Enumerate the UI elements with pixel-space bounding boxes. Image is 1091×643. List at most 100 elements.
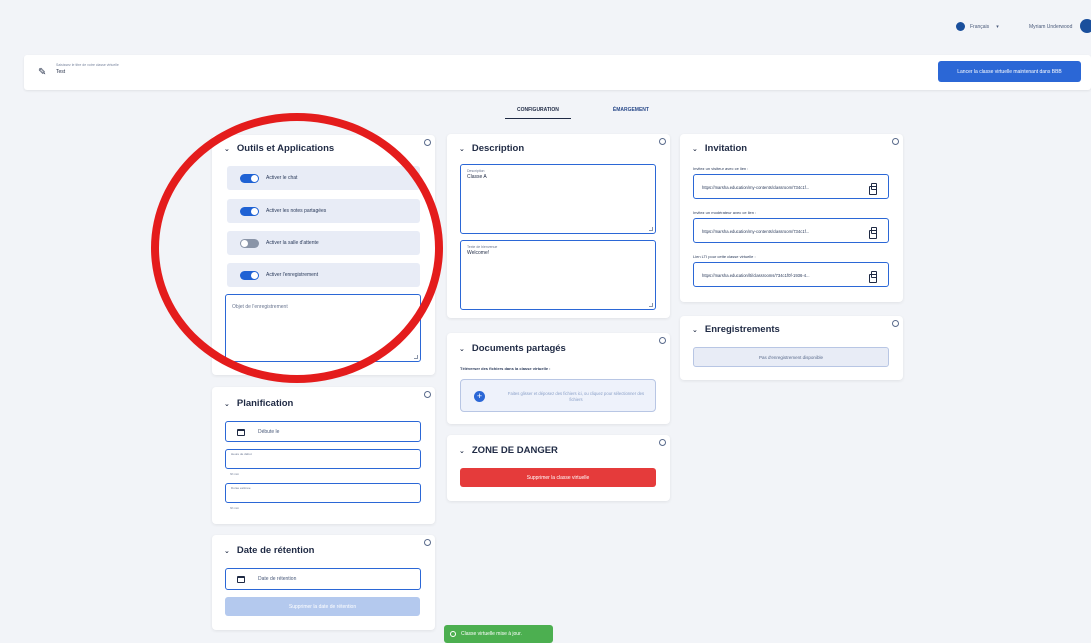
- planification-card-title: Planification: [236, 398, 294, 409]
- resize-handle[interactable]: [649, 303, 653, 307]
- description-card-header[interactable]: ⌄ Description: [459, 143, 524, 154]
- chevron-down-icon: ⌄: [459, 145, 465, 153]
- tab-configuration[interactable]: CONFIGURATION: [505, 104, 571, 119]
- delete-classroom-button[interactable]: Supprimer la classe virtuelle: [460, 468, 656, 487]
- shared-documents-card-title: Documents partagés: [471, 343, 566, 354]
- toggle-switch[interactable]: [240, 238, 259, 248]
- resize-handle[interactable]: [649, 227, 653, 231]
- retention-date-placeholder: Date de rétention: [258, 576, 297, 582]
- toggle-switch[interactable]: [240, 270, 259, 280]
- recordings-card-title: Enregistrements: [704, 324, 780, 335]
- visitor-link-field[interactable]: https://marsha.education/my-contents/cla…: [693, 174, 889, 199]
- toggle-switch[interactable]: [240, 206, 259, 216]
- start-time-field[interactable]: Heure de début: [225, 449, 421, 469]
- chevron-down-icon: ⌄: [224, 400, 230, 408]
- info-icon[interactable]: [424, 539, 431, 546]
- calendar-icon: [237, 429, 245, 436]
- start-time-hint: hh:mm: [230, 472, 240, 476]
- planification-card-header[interactable]: ⌄ Planification: [224, 398, 293, 409]
- language-selector[interactable]: Français ▾: [956, 22, 999, 31]
- toggle-label: Activer le chat: [266, 175, 298, 181]
- welcome-text-textarea[interactable]: Texte de bienvenue Welcome!: [460, 240, 656, 310]
- check-icon: [450, 631, 456, 637]
- retention-card-header[interactable]: ⌄ Date de rétention: [224, 545, 314, 556]
- toggle-chat[interactable]: Activer le chat: [227, 166, 420, 190]
- tab-emargement[interactable]: ÉMARGEMENT: [601, 104, 661, 119]
- info-icon[interactable]: [659, 138, 666, 145]
- no-recording-message: Pas d'enregistrement disponible: [693, 347, 889, 367]
- retention-card-title: Date de rétention: [236, 545, 315, 556]
- recordings-card-header[interactable]: ⌄ Enregistrements: [692, 324, 780, 335]
- delete-retention-date-button[interactable]: Supprimer la date de rétention: [225, 597, 420, 616]
- classroom-title-bar: ✎ Saisissez le titre de votre classe vir…: [24, 55, 1091, 90]
- chevron-down-icon: ⌄: [459, 447, 465, 455]
- toggle-switch[interactable]: [240, 173, 259, 183]
- info-icon[interactable]: [892, 320, 899, 327]
- copy-icon[interactable]: [869, 271, 877, 283]
- chevron-down-icon: ⌄: [224, 145, 230, 153]
- language-label: Français: [970, 23, 990, 30]
- info-icon[interactable]: [424, 391, 431, 398]
- title-input[interactable]: Test: [56, 69, 65, 75]
- moderator-link-label: Invitez un modérateur avec ce lien :: [693, 210, 757, 215]
- file-dropzone[interactable]: + Faites glisser et déposez des fichiers…: [460, 379, 656, 412]
- welcome-text-value: Welcome!: [467, 250, 490, 256]
- tools-card: ⌄ Outils et Applications Activer le chat…: [212, 135, 435, 375]
- user-name[interactable]: Myriam Underwood: [1029, 24, 1072, 30]
- chevron-down-icon: ⌄: [459, 345, 465, 353]
- invitation-card: ⌄ Invitation Invitez un visiteur avec ce…: [680, 134, 903, 302]
- resize-handle[interactable]: [414, 355, 418, 359]
- avatar[interactable]: [1080, 19, 1091, 33]
- top-bar: Français ▾ Myriam Underwood: [0, 0, 1091, 50]
- info-icon[interactable]: [892, 138, 899, 145]
- info-icon[interactable]: [424, 139, 431, 146]
- upload-instruction: Téléverser des fichiers dans la classe v…: [460, 366, 551, 371]
- copy-icon[interactable]: [869, 227, 877, 239]
- lti-link-url: https://marsha.education/lti/classrooms/…: [702, 273, 810, 278]
- danger-zone-card-title: ZONE DE DANGER: [471, 445, 558, 456]
- globe-icon: [956, 22, 965, 31]
- lti-link-label: Lien LTI pour cette classe virtuelle :: [693, 254, 756, 259]
- danger-zone-card-header[interactable]: ⌄ ZONE DE DANGER: [459, 445, 558, 456]
- shared-documents-card-header[interactable]: ⌄ Documents partagés: [459, 343, 566, 354]
- toggle-recording[interactable]: Activer l'enregistrement: [227, 263, 420, 287]
- description-card: ⌄ Description Description Classe A Texte…: [447, 134, 670, 318]
- calendar-icon: [237, 576, 245, 583]
- toast-message: Classe virtuelle mise à jour.: [461, 631, 522, 637]
- toggle-shared-notes[interactable]: Activer les notes partagées: [227, 199, 420, 223]
- launch-classroom-button[interactable]: Lancer la classe virtuelle maintenant da…: [938, 61, 1081, 82]
- danger-zone-card: ⌄ ZONE DE DANGER Supprimer la classe vir…: [447, 435, 670, 501]
- chevron-down-icon: ⌄: [692, 145, 698, 153]
- invitation-card-title: Invitation: [704, 143, 748, 154]
- description-label: Description: [467, 169, 485, 173]
- description-value: Classe A: [467, 174, 487, 180]
- toggle-label: Activer l'enregistrement: [266, 272, 319, 278]
- tools-card-title: Outils et Applications: [236, 143, 335, 154]
- recording-purpose-textarea[interactable]: Objet de l'enregistrement: [225, 294, 421, 362]
- title-field-label: Saisissez le titre de votre classe virtu…: [56, 63, 119, 67]
- recording-purpose-placeholder: Objet de l'enregistrement: [232, 304, 288, 310]
- tab-bar: CONFIGURATION ÉMARGEMENT: [505, 104, 661, 119]
- copy-icon[interactable]: [869, 183, 877, 195]
- toggle-waiting-room[interactable]: Activer la salle d'attente: [227, 231, 420, 255]
- planification-card: ⌄ Planification Débute le Heure de début…: [212, 387, 435, 524]
- duration-field[interactable]: Durée estimée: [225, 483, 421, 503]
- invitation-card-header[interactable]: ⌄ Invitation: [692, 143, 747, 154]
- info-icon[interactable]: [659, 337, 666, 344]
- info-icon[interactable]: [659, 439, 666, 446]
- start-time-label: Heure de début: [231, 452, 252, 456]
- moderator-link-field[interactable]: https://marsha.education/my-contents/cla…: [693, 218, 889, 243]
- lti-link-field[interactable]: https://marsha.education/lti/classrooms/…: [693, 262, 889, 287]
- chevron-down-icon: ⌄: [224, 547, 230, 555]
- tools-card-header[interactable]: ⌄ Outils et Applications: [224, 143, 334, 154]
- duration-label: Durée estimée: [231, 486, 251, 490]
- description-textarea[interactable]: Description Classe A: [460, 164, 656, 234]
- pencil-icon[interactable]: ✎: [38, 67, 46, 78]
- shared-documents-card: ⌄ Documents partagés Téléverser des fich…: [447, 333, 670, 424]
- visitor-link-label: Invitez un visiteur avec ce lien :: [693, 166, 749, 171]
- plus-icon: +: [474, 391, 485, 402]
- welcome-text-label: Texte de bienvenue: [467, 245, 498, 249]
- success-toast: Classe virtuelle mise à jour.: [444, 625, 553, 643]
- retention-date-field[interactable]: Date de rétention: [225, 568, 421, 590]
- start-date-field[interactable]: Débute le: [225, 421, 421, 442]
